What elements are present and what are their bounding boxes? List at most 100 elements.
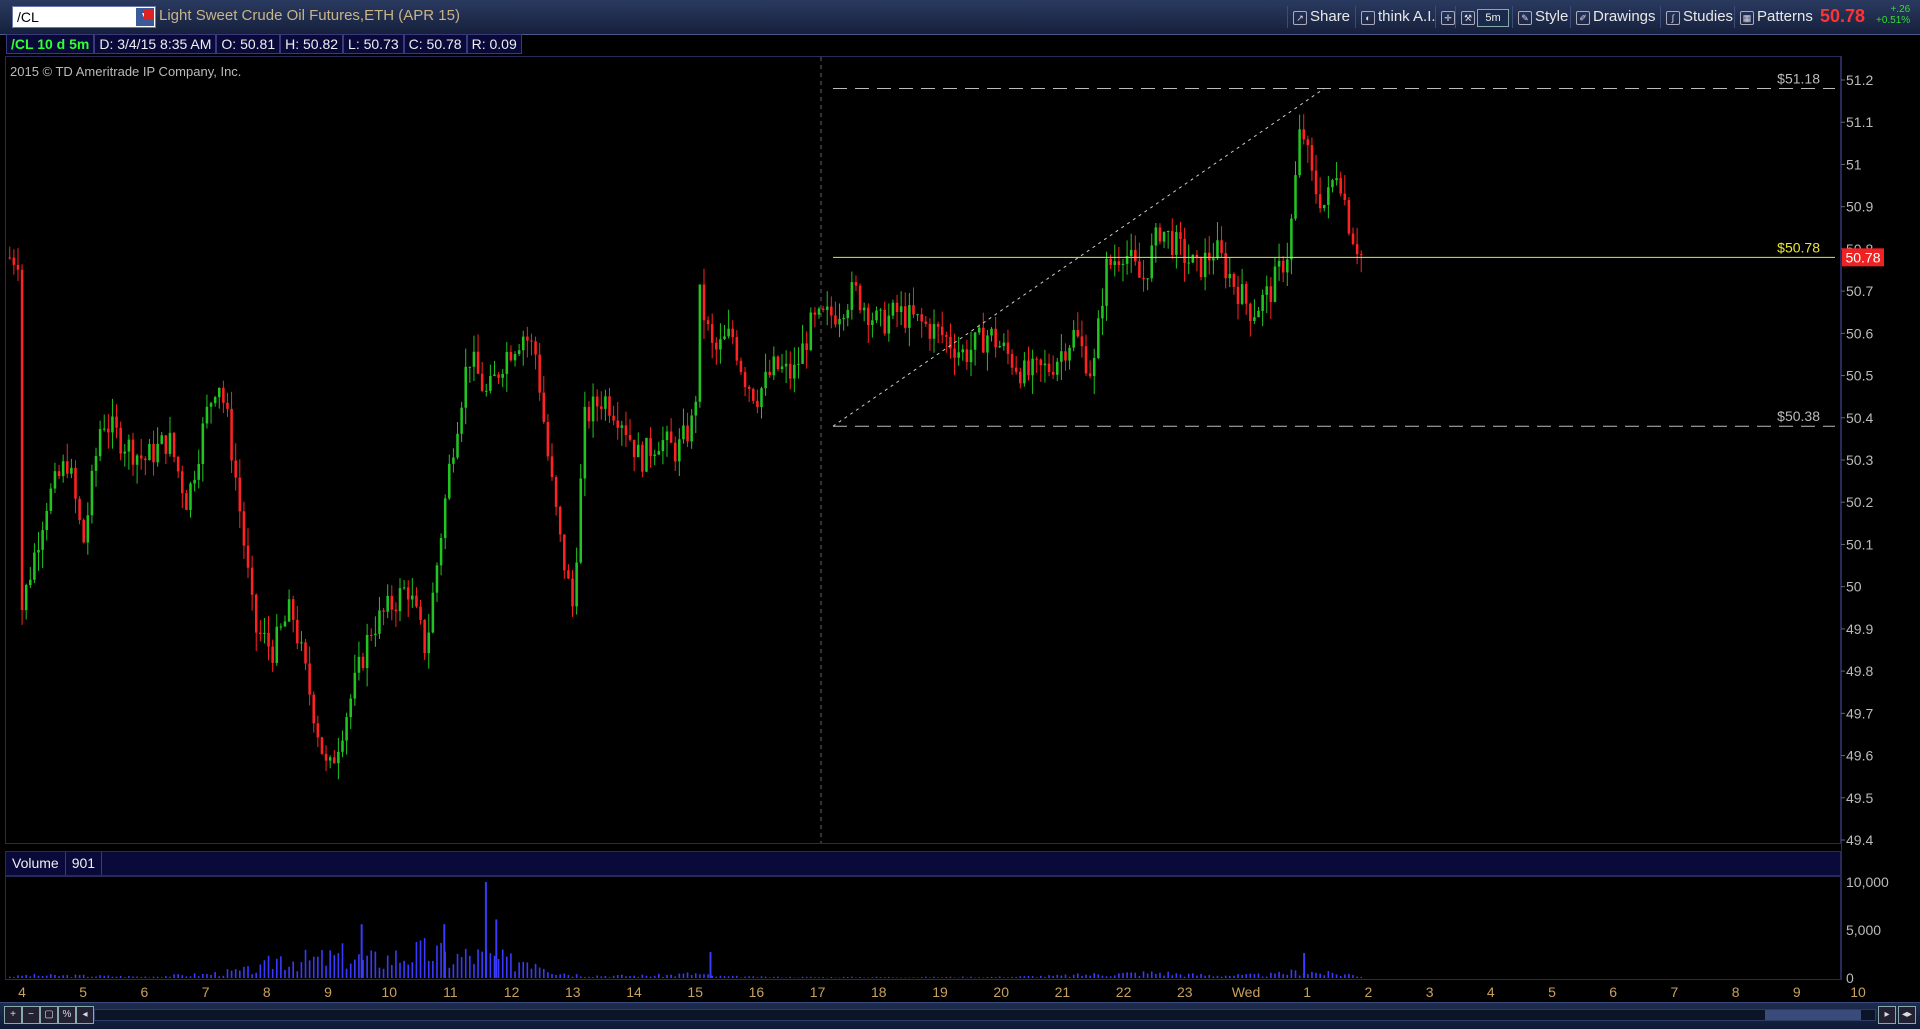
candle-body (936, 324, 940, 327)
volume-bar (801, 976, 804, 978)
zoom-out-icon[interactable]: − (22, 1006, 40, 1024)
candle-body (505, 351, 509, 374)
candle-body (735, 337, 739, 361)
level-label: $50.78 (1777, 239, 1820, 255)
volume-bar (263, 960, 266, 978)
volume-bar (177, 974, 179, 978)
zoom-box-icon[interactable]: ▢ (40, 1006, 58, 1024)
volume-bar (37, 975, 40, 978)
candle-body (1166, 230, 1170, 232)
candle-body (102, 428, 106, 430)
volume-bar (1076, 973, 1079, 978)
volume-bar (1261, 976, 1264, 978)
candle-body (390, 595, 394, 610)
scroll-left-icon[interactable]: ◂ (76, 1006, 94, 1024)
volume-bar (21, 975, 23, 978)
candle-body (217, 387, 221, 398)
volume-bar (460, 957, 463, 978)
price-tick-label: 49.7 (1846, 705, 1873, 721)
candle-body (825, 306, 829, 311)
volume-bar (768, 977, 771, 978)
candle-body (1134, 250, 1137, 262)
time-scrollbar[interactable] (94, 1009, 1876, 1021)
volume-bar (859, 977, 861, 978)
candle-body (263, 632, 266, 634)
volume-bar (165, 976, 167, 978)
volume-bar (953, 977, 956, 979)
volume-bar (604, 976, 607, 978)
volume-bar (1052, 975, 1054, 978)
candle-body (661, 440, 665, 452)
candle-body (752, 388, 755, 401)
candle-body (312, 694, 316, 724)
volume-bar (629, 976, 631, 978)
expand-icon[interactable]: ◂▸ (1898, 1006, 1916, 1024)
date-tick-label: 4 (18, 984, 26, 1000)
candle-body (86, 515, 90, 543)
volume-bar (317, 956, 319, 978)
candle-body (168, 432, 172, 454)
candle-body (296, 619, 299, 644)
volume-bar (58, 976, 60, 978)
candle-body (61, 461, 65, 477)
candle-body (949, 336, 952, 349)
candle-body (16, 264, 20, 270)
volume-bar (1360, 976, 1363, 978)
volume-bar (156, 976, 159, 978)
volume-bar (354, 959, 356, 978)
date-tick-label: 11 (443, 984, 458, 1000)
volume-bar (267, 955, 270, 978)
scroll-thumb[interactable] (1765, 1010, 1861, 1020)
candle-body (1117, 261, 1121, 265)
candle-body (982, 327, 985, 353)
volume-bar (961, 976, 964, 978)
volume-bar (1339, 975, 1342, 978)
date-tick-label: 3 (1426, 984, 1434, 1000)
volume-bar (1187, 973, 1190, 978)
candle-body (1175, 232, 1178, 255)
candle-body (443, 498, 447, 538)
candle-body (986, 335, 989, 353)
candle-body (719, 339, 722, 350)
volume-bar (25, 974, 27, 978)
candle-body (94, 456, 98, 471)
volume-bar (1282, 974, 1284, 978)
volume-bar (1307, 974, 1309, 978)
volume-bar (1315, 972, 1317, 978)
candle-body (489, 375, 492, 391)
volume-bar (497, 959, 500, 978)
volume-bar (649, 976, 652, 978)
price-tick-label: 49.6 (1846, 748, 1873, 764)
percent-icon[interactable]: % (58, 1006, 76, 1024)
volume-bar (822, 977, 824, 978)
volume-bar (522, 961, 525, 978)
volume-bar (1048, 975, 1050, 978)
candle-body (1170, 230, 1174, 255)
volume-bar (1228, 975, 1231, 978)
candle-body (427, 632, 431, 654)
volume-bar (251, 974, 253, 978)
date-tick-label: 5 (79, 984, 87, 1000)
volume-bar (329, 950, 331, 978)
scroll-right-icon[interactable]: ▸ (1878, 1006, 1896, 1024)
volume-bar (1159, 972, 1161, 978)
zoom-in-icon[interactable]: + (4, 1006, 22, 1024)
volume-bar (1356, 976, 1358, 978)
volume-bar (978, 977, 981, 978)
volume-bar (296, 971, 299, 978)
volume-bar (1331, 972, 1334, 978)
volume-bar (1192, 973, 1194, 978)
candle-body (517, 350, 521, 354)
volume-bar (773, 976, 775, 978)
candle-body (723, 336, 726, 340)
candle-body (328, 757, 332, 761)
volume-bar (477, 949, 479, 978)
volume-bar (559, 974, 562, 978)
candle-body (8, 257, 12, 259)
candle-body (197, 463, 200, 480)
volume-bar (448, 967, 451, 978)
candle-body (135, 455, 139, 465)
volume-bar (682, 973, 685, 978)
price-tick-label: 50 (1846, 579, 1862, 595)
volume-bar (571, 976, 574, 978)
